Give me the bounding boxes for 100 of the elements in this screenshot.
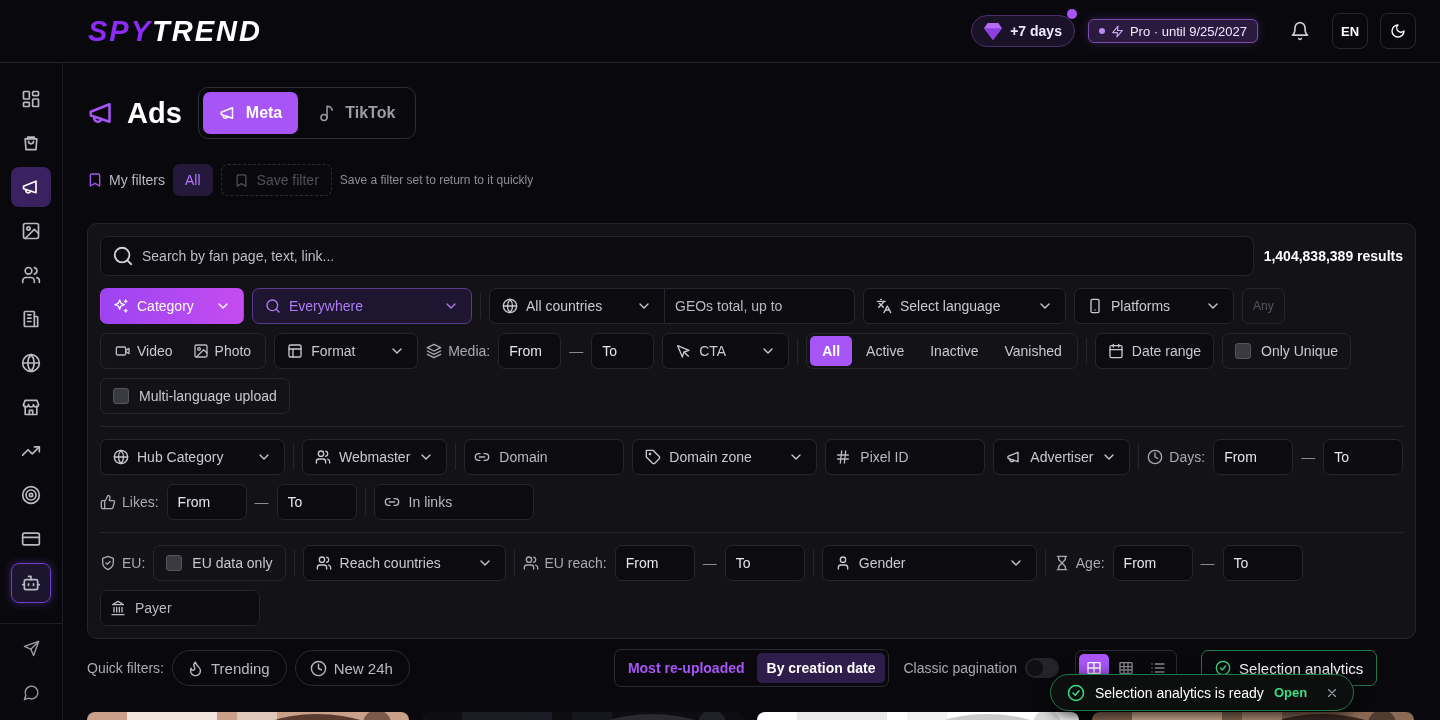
checkbox[interactable]: EU data only <box>153 545 286 581</box>
quick-filters-label: Quick filters: <box>87 660 164 676</box>
range-label: Age: <box>1075 555 1105 571</box>
language-button[interactable]: EN <box>1332 13 1368 49</box>
range-label: Likes: <box>122 494 159 510</box>
toggle-option[interactable]: Video <box>105 337 183 365</box>
input-field[interactable]: Search by fan page, text, link... <box>100 236 1254 276</box>
translate-icon <box>876 298 892 314</box>
dropdown[interactable]: Platforms <box>1074 288 1234 324</box>
dropdown[interactable]: Reach countries <box>302 545 506 581</box>
input-field[interactable]: From <box>1213 439 1294 475</box>
toggle-option[interactable]: Photo <box>182 337 262 365</box>
checkbox[interactable]: Multi-language upload <box>100 378 290 414</box>
dropdown[interactable]: Domain zone <box>632 439 818 475</box>
lightning-icon <box>1110 24 1124 38</box>
bookmark-icon <box>233 172 249 188</box>
users-icon <box>21 265 41 285</box>
dropdown[interactable]: Select language <box>863 288 1066 324</box>
search-icon <box>265 298 281 314</box>
filter-chip[interactable]: All <box>173 164 213 196</box>
dropdown[interactable]: Webmaster <box>302 439 448 475</box>
input-field[interactable]: To <box>1222 545 1303 581</box>
results-count: 1,404,838,389 results <box>1263 248 1403 264</box>
layers-icon <box>426 343 443 359</box>
input-field[interactable]: Payer <box>100 590 260 626</box>
tab[interactable]: Meta <box>202 92 299 134</box>
dash-text: — <box>702 555 717 571</box>
dropdown[interactable]: Gender <box>821 545 1037 581</box>
input-field[interactable]: In links <box>373 484 534 520</box>
page-title: Ads <box>127 96 182 130</box>
video-camera-icon <box>115 343 131 359</box>
dropdown[interactable]: Format <box>274 333 419 369</box>
input-field[interactable]: From <box>498 333 562 369</box>
logo-text: SPY <box>88 14 153 48</box>
my-filters-label: My filters <box>109 172 165 188</box>
phone-icon <box>1087 298 1103 314</box>
sidebar-item[interactable] <box>11 167 51 207</box>
toggle-switch[interactable] <box>1025 658 1060 678</box>
range-label: Days: <box>1169 449 1206 465</box>
input-field[interactable]: GEOs total, up to <box>665 288 855 324</box>
toast-message: Selection analytics is ready <box>1095 684 1264 701</box>
input-field[interactable]: To <box>724 545 805 581</box>
input-field[interactable]: Pixel ID <box>825 439 986 475</box>
store-icon <box>21 397 41 417</box>
tag-icon <box>645 449 662 465</box>
dropdown[interactable]: CTA <box>662 333 790 369</box>
flame-icon <box>187 659 204 677</box>
dropdown[interactable]: Category <box>100 288 244 324</box>
dash-text: — <box>569 343 584 359</box>
thumbs-up-icon <box>100 494 116 510</box>
shopping-bag-icon <box>21 133 41 153</box>
table-view-icon <box>1118 660 1135 676</box>
segment-option[interactable]: Active <box>854 336 917 366</box>
dropdown[interactable]: Everywhere <box>252 288 472 324</box>
grid-icon <box>21 89 41 109</box>
filter-label: EU: <box>122 555 146 571</box>
input-field[interactable]: To <box>591 333 655 369</box>
bank-icon <box>110 600 126 616</box>
segment-option[interactable]: All <box>810 336 853 366</box>
input-field[interactable]: Domain <box>464 439 625 475</box>
input-field[interactable]: From <box>166 484 247 520</box>
globe-icon <box>113 449 129 465</box>
input-field[interactable]: To <box>276 484 357 520</box>
building-icon <box>21 309 41 329</box>
paper-plane-icon <box>22 639 40 657</box>
filter-button[interactable]: Date range <box>1094 333 1215 369</box>
dropdown[interactable]: Hub Category <box>100 439 285 475</box>
range-label: Media: <box>448 343 491 359</box>
status-dot <box>1098 28 1105 34</box>
diamond-icon <box>984 22 1003 40</box>
chat-icon <box>22 683 40 701</box>
sort-option[interactable]: Most re-uploaded <box>617 653 755 683</box>
theme-button[interactable] <box>1380 13 1416 49</box>
logo-text: TREND <box>152 14 262 48</box>
sort-option[interactable]: By creation date <box>756 653 886 683</box>
clock-icon <box>309 659 327 677</box>
dropdown[interactable]: All countries <box>489 288 665 324</box>
search-icon <box>112 245 134 267</box>
users-icon <box>522 555 539 571</box>
segment-option[interactable]: Vanished <box>992 336 1074 366</box>
credit-card-icon <box>21 529 41 549</box>
sidebar-item[interactable] <box>11 563 51 603</box>
pagination-label: Classic pagination <box>903 660 1018 676</box>
users-icon <box>315 555 332 571</box>
moon-icon <box>1390 23 1406 39</box>
dash-text: — <box>1200 555 1215 571</box>
tab[interactable]: TikTok <box>302 92 412 134</box>
cursor-icon <box>675 343 692 359</box>
clock-icon <box>1147 449 1164 465</box>
input-field[interactable]: From <box>1112 545 1193 581</box>
grid-view-icon <box>1086 660 1103 676</box>
open-link[interactable]: Open <box>1273 685 1316 700</box>
input-field[interactable]: From <box>614 545 695 581</box>
dropdown[interactable]: Advertiser <box>993 439 1131 475</box>
input-field[interactable]: To <box>1323 439 1404 475</box>
notifications-icon <box>1290 21 1310 41</box>
list-view-icon <box>1150 660 1167 676</box>
checkbox[interactable]: Only Unique <box>1222 333 1352 369</box>
segment-option[interactable]: Inactive <box>918 336 991 366</box>
bonus-badge[interactable]: +7 days <box>971 15 1075 47</box>
